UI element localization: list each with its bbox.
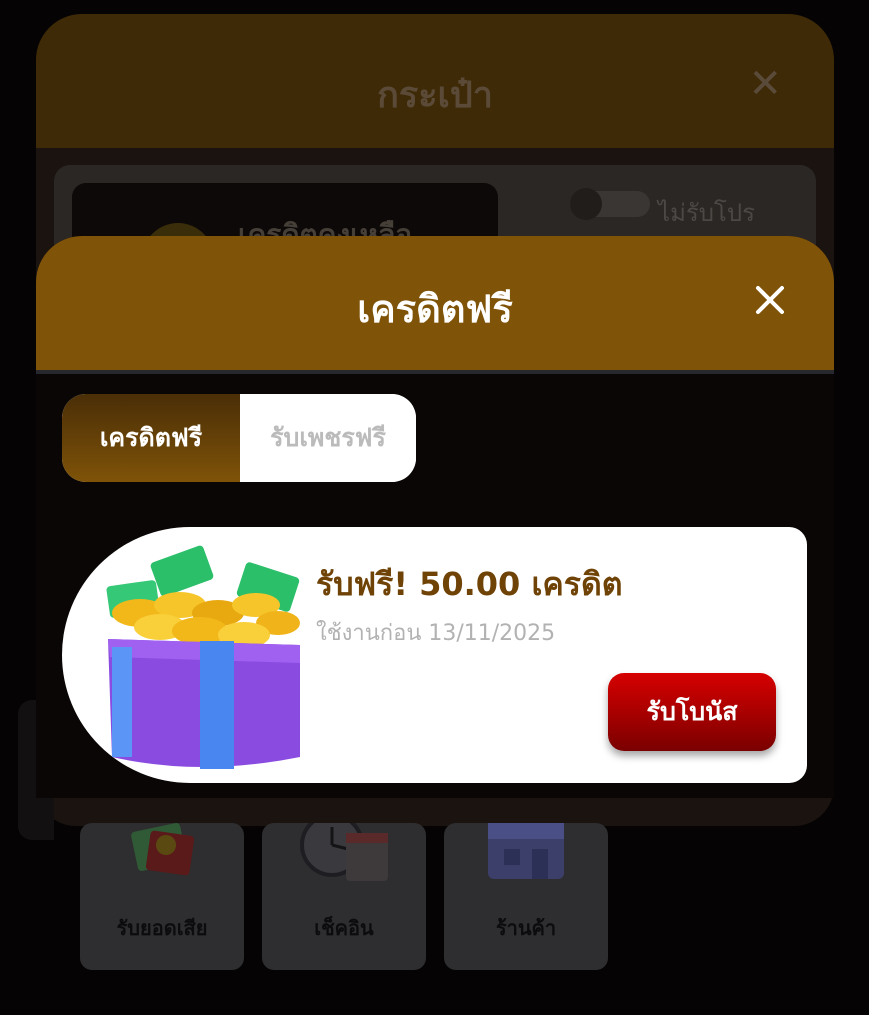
tab-bar: เครดิตฟรี รับเพชรฟรี bbox=[62, 394, 416, 482]
offer-card: รับฟรี! 50.00 เครดิต ใช้งานก่อน 13/11/20… bbox=[62, 527, 807, 783]
tab-free-credit[interactable]: เครดิตฟรี bbox=[62, 394, 240, 482]
offer-title: รับฟรี! 50.00 เครดิต bbox=[316, 565, 623, 603]
claim-bonus-button[interactable]: รับโบนัส bbox=[608, 673, 776, 751]
wallet-close-icon[interactable]: ✕ bbox=[748, 64, 782, 104]
close-icon[interactable] bbox=[750, 280, 790, 320]
wallet-header: กระเป๋า ✕ bbox=[36, 14, 834, 148]
no-promo-toggle[interactable] bbox=[570, 188, 650, 220]
money-refund-icon bbox=[131, 823, 195, 876]
tile-checkin[interactable]: เช็คอิน bbox=[262, 823, 426, 970]
tab-free-diamond[interactable]: รับเพชรฟรี bbox=[240, 394, 416, 482]
clock-calendar-icon bbox=[300, 823, 388, 881]
toggle-knob bbox=[570, 188, 602, 220]
tile-shop-label: ร้านค้า bbox=[495, 916, 557, 940]
tile-shop[interactable]: ร้านค้า bbox=[444, 823, 608, 970]
tile-checkin-label: เช็คอิน bbox=[314, 916, 374, 940]
free-credit-modal: เครดิตฟรี เครดิตฟรี รับเพชรฟรี รับฟรี! 5… bbox=[36, 236, 834, 798]
store-icon bbox=[488, 823, 564, 879]
tile-cashback[interactable]: รับยอดเสีย bbox=[80, 823, 244, 970]
offer-expiry: ใช้งานก่อน 13/11/2025 bbox=[316, 621, 556, 646]
no-promo-label: ไม่รับโปร bbox=[658, 199, 756, 227]
modal-title: เครดิตฟรี bbox=[357, 287, 513, 331]
tile-cashback-label: รับยอดเสีย bbox=[116, 916, 208, 940]
modal-header: เครดิตฟรี bbox=[36, 236, 834, 374]
wallet-title: กระเป๋า bbox=[377, 75, 493, 116]
gift-box-icon bbox=[106, 545, 300, 769]
